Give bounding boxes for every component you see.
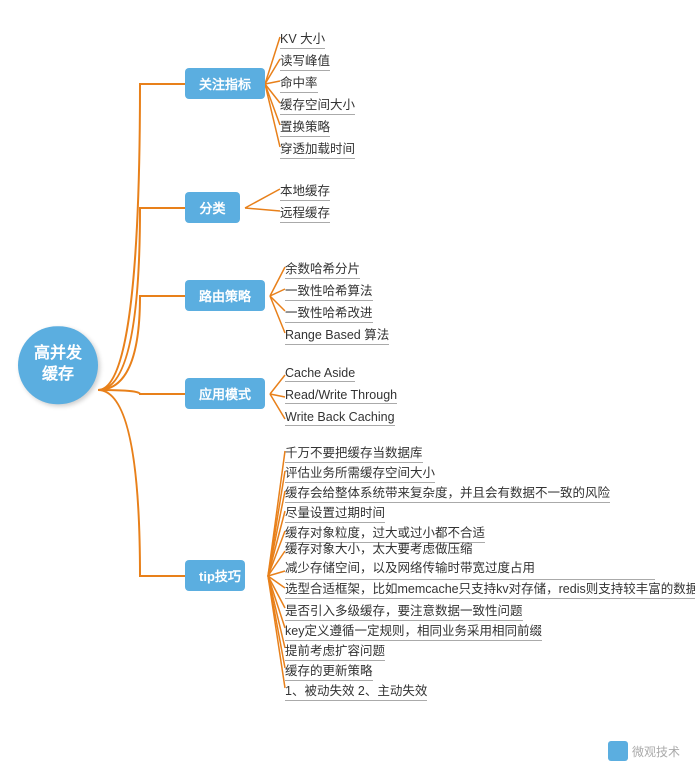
leaf-consistent-hash: 一致性哈希算法	[285, 280, 373, 301]
leaf-tip11: 缓存的更新策略	[285, 660, 373, 681]
leaf-kv-size: KV 大小	[280, 28, 325, 49]
category-tip: tip技巧	[185, 560, 245, 591]
watermark-text: 微观技术	[632, 743, 680, 760]
leaf-tip9: key定义遵循一定规则，相同业务采用相同前缀	[285, 620, 542, 641]
root-node: 高并发缓存	[18, 326, 98, 404]
leaf-read-write-through: Read/Write Through	[285, 388, 397, 404]
leaf-tip3: 缓存会给整体系统带来复杂度，并且会有数据不一致的风险	[285, 482, 610, 503]
leaf-remote-cache: 远程缓存	[280, 202, 330, 223]
leaf-local-cache: 本地缓存	[280, 180, 330, 201]
category-guanzhi: 关注指标	[185, 68, 265, 99]
watermark-icon	[608, 741, 628, 761]
leaf-tip1: 千万不要把缓存当数据库	[285, 442, 423, 463]
leaf-write-back: Write Back Caching	[285, 410, 395, 426]
leaf-range-based: Range Based 算法	[285, 324, 389, 345]
category-yingyong: 应用模式	[185, 378, 265, 409]
category-luyou: 路由策略	[185, 280, 265, 311]
mindmap: 高并发缓存 关注指标 KV 大小 读写峰值 命中率 缓存空间大小 置换策略 穿透…	[0, 10, 695, 771]
leaf-consistent-hash-improve: 一致性哈希改进	[285, 302, 373, 323]
leaf-replace-strategy: 置换策略	[280, 116, 330, 137]
leaf-mod-hash: 余数哈希分片	[285, 258, 360, 279]
leaf-tip12: 1、被动失效 2、主动失效	[285, 680, 427, 701]
leaf-tip8: 是否引入多级缓存，要注意数据一致性问题	[285, 600, 523, 621]
leaf-tip2: 评估业务所需缓存空间大小	[285, 462, 435, 483]
leaf-tip6: 缓存对象大小，太大要考虑做压缩减少存储空间，以及网络传输时带宽过度占用	[285, 540, 655, 580]
leaf-tip10: 提前考虑扩容问题	[285, 640, 385, 661]
leaf-penetrate-time: 穿透加载时间	[280, 138, 355, 159]
leaf-tip4: 尽量设置过期时间	[285, 502, 385, 523]
leaf-cache-space: 缓存空间大小	[280, 94, 355, 115]
leaf-read-write-peak: 读写峰值	[280, 50, 330, 71]
watermark: 微观技术	[608, 741, 680, 761]
category-fenlei: 分类	[185, 192, 240, 223]
leaf-cache-aside: Cache Aside	[285, 366, 355, 382]
leaf-hit-rate: 命中率	[280, 72, 318, 93]
leaf-tip7: 选型合适框架，比如memcache只支持kv对存储，redis则支持较丰富的数据…	[285, 578, 695, 599]
page-container: 高并发缓存 关注指标 KV 大小 读写峰值 命中率 缓存空间大小 置换策略 穿透…	[0, 0, 695, 781]
